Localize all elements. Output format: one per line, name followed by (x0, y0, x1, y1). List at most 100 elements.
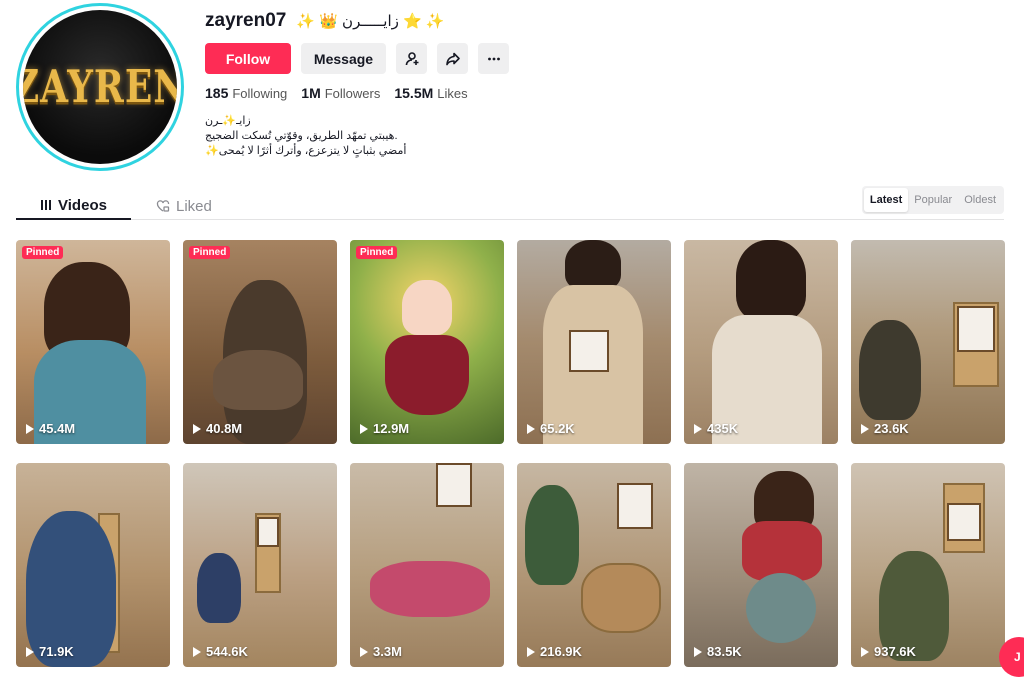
video-card[interactable]: 71.9K (16, 463, 170, 667)
add-user-icon (405, 51, 418, 65)
play-icon (26, 646, 34, 657)
tab-liked[interactable]: Liked (156, 192, 231, 220)
bio-line: أمضي بثباتٍ لا يتزعزع، وأترك أثرًا لا يُ… (205, 145, 407, 157)
sort-control: Latest Popular Oldest (861, 186, 1004, 214)
video-card[interactable]: 544.6K (183, 463, 337, 667)
followers-count: 1M (301, 85, 321, 101)
profile-bio: زايـ✨ـرن .هيبتي تمهّد الطريق، وقوّتي تُس… (205, 114, 445, 159)
play-icon (861, 646, 869, 657)
video-thumbnail (197, 553, 241, 623)
video-thumbnail (565, 240, 621, 290)
video-card[interactable]: Pinned 40.8M (183, 240, 337, 444)
tab-videos[interactable]: Videos (16, 192, 131, 220)
view-count: 83.5K (694, 644, 742, 659)
likes-stat: 15.5M Likes (394, 85, 467, 101)
view-count-text: 40.8M (206, 421, 243, 436)
username-row: zayren07 ✨ 👑 زايـــــرن ⭐ ✨ (205, 10, 445, 32)
video-card[interactable]: 65.2K (517, 240, 671, 444)
play-icon (26, 423, 34, 434)
view-count-text: 3.3M (373, 644, 402, 659)
view-count: 65.2K (527, 421, 575, 436)
video-card[interactable]: 23.6K (851, 240, 1005, 444)
video-thumbnail-detail (746, 573, 816, 643)
profile-actions: Follow Message (205, 43, 509, 74)
view-count-text: 12.9M (373, 421, 410, 436)
video-card[interactable]: Pinned 12.9M (350, 240, 504, 444)
following-count: 185 (205, 85, 229, 101)
view-count: 544.6K (193, 644, 248, 659)
avatar-image: ZAYREN (23, 10, 177, 164)
view-count: 937.6K (861, 644, 916, 659)
follow-button[interactable]: Follow (205, 43, 291, 74)
following-label: Following (232, 86, 288, 101)
profile-avatar[interactable]: ZAYREN (16, 3, 184, 171)
following-stat[interactable]: 185 Following (205, 85, 287, 101)
play-icon (193, 646, 201, 657)
more-icon (487, 57, 500, 60)
play-icon (360, 423, 368, 434)
tab-videos-label: Videos (58, 196, 107, 214)
view-count-text: 71.9K (39, 644, 74, 659)
video-card[interactable]: 216.9K (517, 463, 671, 667)
photo-frame (257, 517, 279, 547)
username: zayren07 (205, 10, 287, 31)
play-icon (527, 423, 535, 434)
video-thumbnail (370, 561, 490, 617)
photo-frame (436, 463, 472, 507)
sort-latest-button[interactable]: Latest (863, 188, 909, 212)
video-card[interactable]: Pinned 45.4M (16, 240, 170, 444)
grid-icon (41, 200, 52, 210)
bio-line: زايـ✨ـرن (205, 115, 251, 127)
avatar-logo-text: ZAYREN (23, 60, 177, 114)
video-card[interactable]: 83.5K (684, 463, 838, 667)
play-icon (360, 646, 368, 657)
view-count: 216.9K (527, 644, 582, 659)
share-icon (445, 52, 460, 65)
sort-popular-button[interactable]: Popular (908, 188, 958, 212)
view-count-text: 216.9K (540, 644, 582, 659)
video-thumbnail (402, 280, 452, 335)
video-thumbnail-detail (742, 521, 822, 581)
share-button[interactable] (437, 43, 468, 74)
add-friend-button[interactable] (396, 43, 427, 74)
view-count: 12.9M (360, 421, 409, 436)
heart-lock-icon (156, 200, 170, 212)
video-grid: Pinned 45.4M Pinned 40.8M Pinned 12.9M 6… (16, 240, 1005, 667)
grave-mound (581, 563, 661, 633)
view-count: 45.4M (26, 421, 75, 436)
photo-frame (569, 330, 609, 372)
profile-stats: 185 Following 1M Followers 15.5M Likes (205, 85, 468, 101)
video-thumbnail (525, 485, 579, 585)
profile-tabs: Videos Liked (16, 186, 1004, 220)
video-card[interactable]: 3.3M (350, 463, 504, 667)
photo-frame (617, 483, 653, 529)
video-thumbnail-detail (385, 335, 469, 415)
likes-label: Likes (437, 86, 468, 101)
video-card[interactable]: 435K (684, 240, 838, 444)
view-count-text: 23.6K (874, 421, 909, 436)
photo-frame (957, 306, 995, 352)
view-count: 3.3M (360, 644, 402, 659)
play-icon (193, 423, 201, 434)
video-thumbnail (736, 240, 806, 320)
play-icon (861, 423, 869, 434)
message-button[interactable]: Message (301, 43, 386, 74)
pinned-badge: Pinned (22, 246, 64, 259)
more-options-button[interactable] (478, 43, 509, 74)
bio-line: .هيبتي تمهّد الطريق، وقوّتي تُسكت الضجيج (205, 130, 398, 142)
play-icon (694, 646, 702, 657)
nickname: ✨ 👑 زايـــــرن ⭐ ✨ (296, 13, 445, 30)
view-count: 435K (694, 421, 738, 436)
tab-liked-label: Liked (176, 197, 212, 215)
view-count: 71.9K (26, 644, 74, 659)
sort-oldest-button[interactable]: Oldest (958, 188, 1002, 212)
followers-label: Followers (324, 86, 381, 101)
view-count-text: 65.2K (540, 421, 575, 436)
photo-frame (947, 503, 981, 541)
view-count-text: 937.6K (874, 644, 916, 659)
video-card[interactable]: 937.6K (851, 463, 1005, 667)
pinned-badge: Pinned (356, 246, 398, 259)
likes-count: 15.5M (394, 85, 434, 101)
view-count-text: 435K (707, 421, 739, 436)
followers-stat[interactable]: 1M Followers (301, 85, 380, 101)
